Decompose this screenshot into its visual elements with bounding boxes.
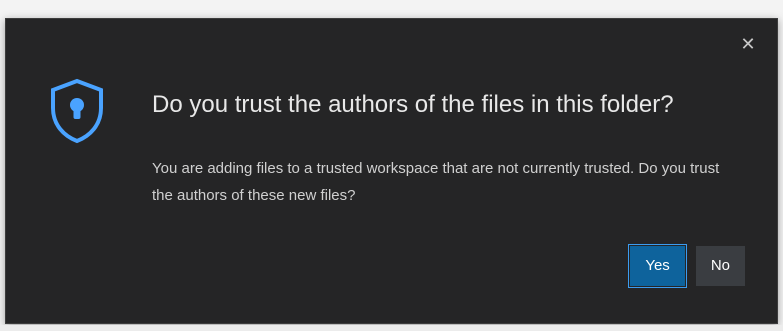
backdrop-top	[0, 0, 783, 18]
close-button[interactable]: ✕	[737, 33, 759, 55]
shield-icon	[46, 77, 108, 145]
close-icon: ✕	[740, 34, 756, 54]
workspace-trust-dialog: ✕ Do you trust the authors of the files …	[5, 18, 778, 324]
yes-button[interactable]: Yes	[628, 244, 687, 288]
dialog-message: You are adding files to a trusted worksp…	[152, 160, 720, 204]
dialog-actions: Yes No	[628, 244, 745, 288]
no-button[interactable]: No	[695, 246, 745, 286]
bottom-rule	[0, 325, 783, 331]
dialog-title: Do you trust the authors of the files in…	[152, 91, 674, 118]
